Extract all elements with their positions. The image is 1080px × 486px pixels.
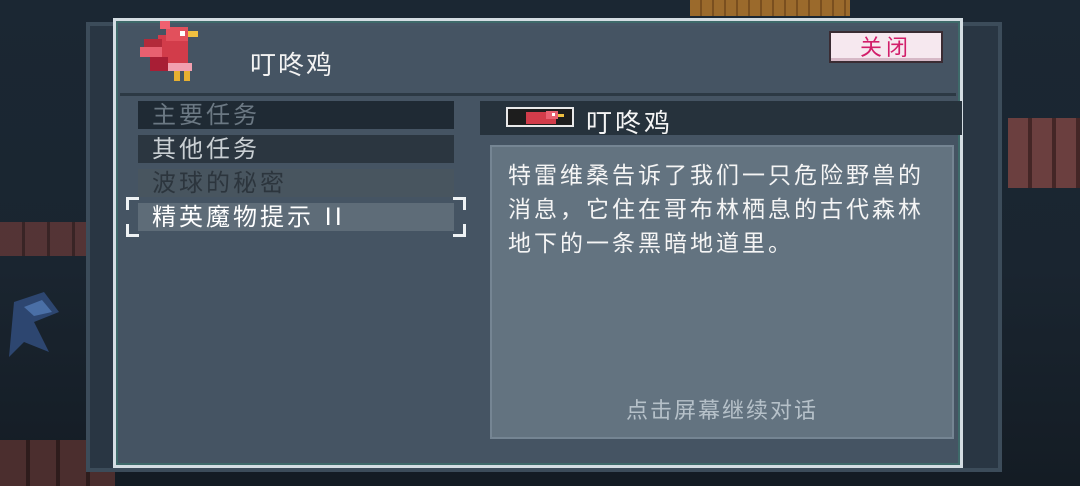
close-button[interactable]: 关闭 [829,31,943,63]
quest-category-list: 主要任务 其他任务 波球的秘密 精英魔物提示 II [126,101,466,237]
dialog-text-box[interactable]: 特雷维桑告诉了我们一只危险野兽的消息，它住在哥布林栖息的古代森林地下的一条黑暗地… [490,145,954,439]
background-roof [690,0,850,16]
dialog-text: 特雷维桑告诉了我们一只危险野兽的消息，它住在哥布林栖息的古代森林地下的一条黑暗地… [508,163,924,257]
background-bricks-right [1008,118,1080,188]
quest-tab-elite-monster-hint[interactable]: 精英魔物提示 II [126,197,466,237]
selection-corner [126,224,139,237]
selection-corner [453,224,466,237]
detail-title: 叮咚鸡 [586,109,674,139]
selection-corner [453,197,466,210]
bird-badge-icon [506,107,574,127]
selection-corner [126,197,139,210]
continue-hint: 点击屏幕继续对话 [625,399,818,424]
phoenix-bird-icon [140,21,198,81]
detail-header: 叮咚鸡 [480,101,962,139]
quest-tab-other[interactable]: 其他任务 [138,135,454,163]
speaker-name: 叮咚鸡 [250,51,335,81]
quest-tab-label: 精英魔物提示 II [152,203,345,231]
quest-tab-orb-secret[interactable]: 波球的秘密 [138,169,454,197]
dialog-header: 叮咚鸡 关闭 [120,21,956,96]
quest-dialog: 叮咚鸡 关闭 主要任务 其他任务 波球的秘密 精英魔物提示 II 叮咚鸡 特雷维… [113,18,963,468]
background-dragon-sprite [9,292,59,357]
quest-tab-main[interactable]: 主要任务 [138,101,454,129]
